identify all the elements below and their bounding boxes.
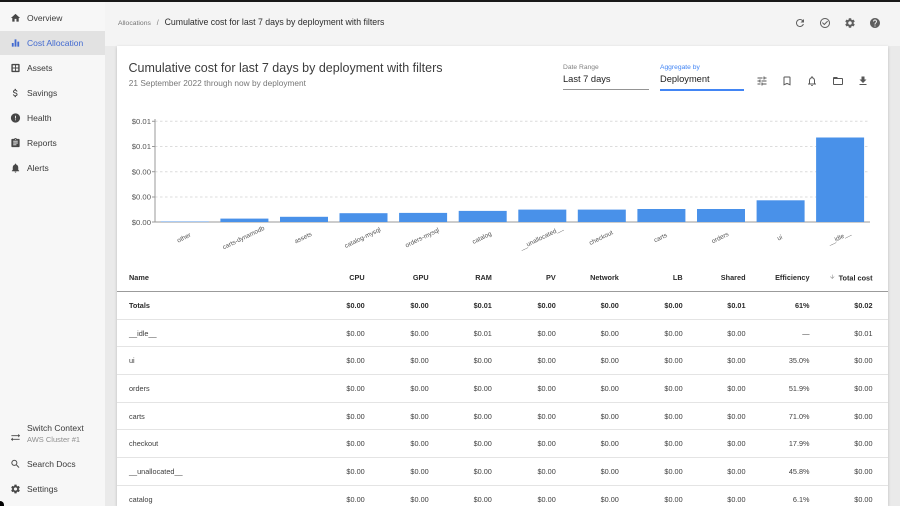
svg-text:checkout: checkout	[588, 229, 614, 247]
svg-text:carts-dynamodb: carts-dynamodb	[222, 225, 267, 252]
svg-text:$0.01: $0.01	[132, 142, 151, 151]
svg-text:__idle__: __idle__	[826, 230, 852, 248]
svg-text:catalog-mysql: catalog-mysql	[344, 226, 383, 250]
svg-text:carts: carts	[653, 232, 669, 244]
svg-text:orders-mysql: orders-mysql	[404, 227, 440, 249]
svg-text:$0.01: $0.01	[132, 117, 151, 126]
svg-text:orders: orders	[711, 231, 730, 245]
svg-text:other: other	[176, 231, 193, 244]
svg-text:$0.00: $0.00	[132, 167, 151, 176]
svg-text:$0.00: $0.00	[132, 218, 151, 227]
svg-text:catalog: catalog	[471, 230, 493, 246]
svg-text:ui: ui	[776, 234, 784, 242]
svg-text:__unallocated__: __unallocated__	[518, 225, 565, 252]
svg-text:$0.00: $0.00	[132, 193, 151, 202]
svg-text:assets: assets	[294, 231, 314, 245]
